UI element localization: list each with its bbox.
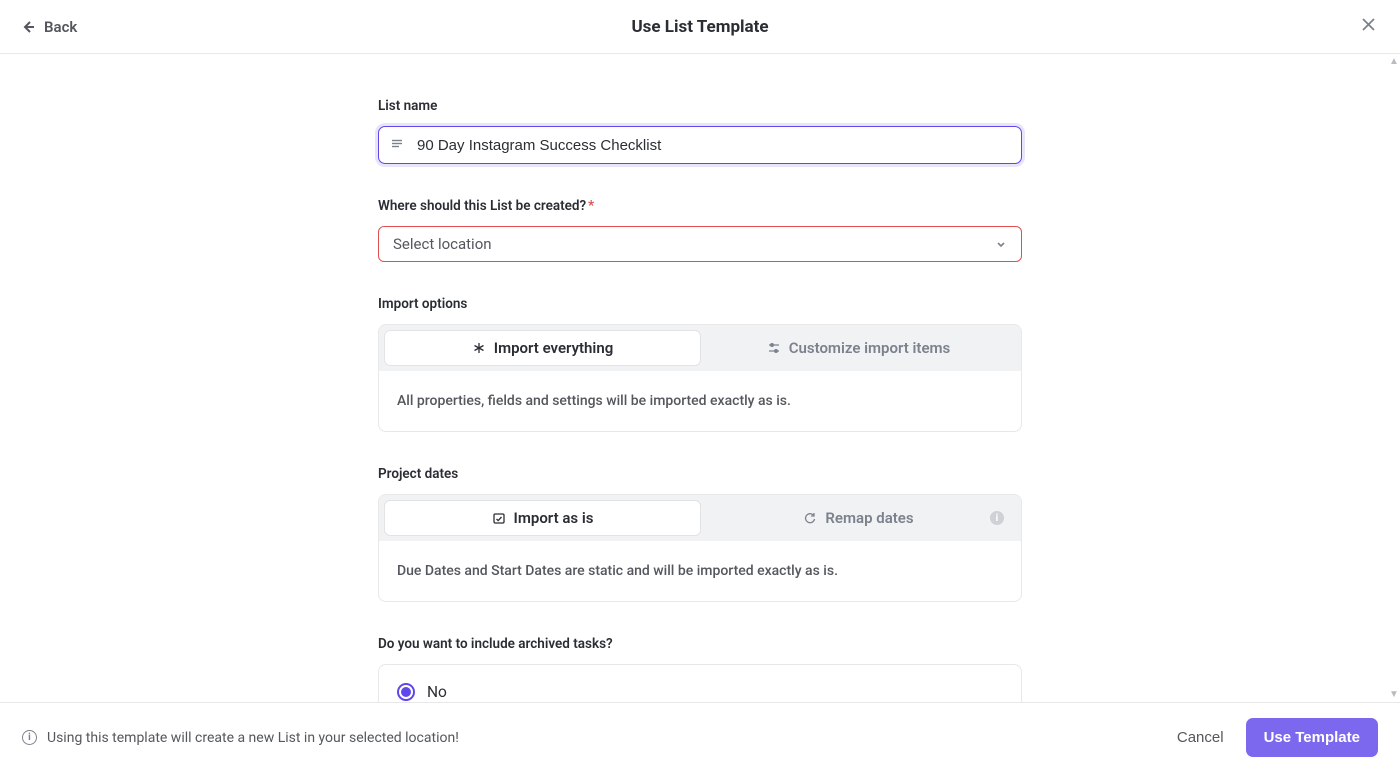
location-select-wrap: Select location [378,226,1022,262]
remap-dates-label: Remap dates [825,509,913,527]
arrow-left-icon [20,19,36,35]
location-label-text: Where should this List be created? [378,198,586,214]
location-label: Where should this List be created? * [378,198,1022,214]
archived-radio-group: No Yes, include archived tasks [378,664,1022,702]
form-content: List name Where should this List be crea… [378,54,1022,702]
footer-info: i Using this template will create a new … [22,730,459,746]
import-everything-tab[interactable]: Import everything [384,330,701,366]
project-dates-toggle: Import as is Remap dates i [379,495,1021,541]
import-options-desc: All properties, fields and settings will… [379,371,1021,431]
close-button[interactable] [1357,13,1380,40]
import-options-label: Import options [378,296,1022,312]
back-button[interactable]: Back [20,18,77,36]
remap-dates-tab[interactable]: Remap dates i [701,500,1016,536]
dialog-footer: i Using this template will create a new … [0,702,1400,772]
archived-no-option[interactable]: No [397,683,1003,701]
scroll-up-arrow-icon: ▲ [1389,56,1399,67]
scrollbar[interactable]: ▲ ▼ [1386,54,1400,702]
cancel-button[interactable]: Cancel [1177,729,1224,746]
radio-icon [397,683,415,701]
footer-info-text: Using this template will create a new Li… [47,730,459,746]
dialog-body: List name Where should this List be crea… [0,54,1400,702]
customize-import-label: Customize import items [789,339,951,357]
dialog-title: Use List Template [631,17,768,37]
customize-import-tab[interactable]: Customize import items [701,330,1016,366]
use-template-button[interactable]: Use Template [1246,718,1378,757]
refresh-icon [803,511,817,525]
project-dates-card: Import as is Remap dates i Due Dates and… [378,494,1022,602]
project-dates-label: Project dates [378,466,1022,482]
calendar-check-icon [492,511,506,525]
import-as-is-label: Import as is [514,509,594,527]
list-name-input[interactable] [378,126,1022,164]
import-options-toggle: Import everything Customize import items [379,325,1021,371]
chevron-down-icon [995,235,1007,254]
list-name-label: List name [378,98,1022,114]
close-icon [1361,17,1376,32]
archived-no-label: No [427,683,447,701]
import-as-is-tab[interactable]: Import as is [384,500,701,536]
project-dates-desc: Due Dates and Start Dates are static and… [379,541,1021,601]
dialog-header: Back Use List Template [0,0,1400,54]
required-mark: * [588,198,594,214]
location-select[interactable]: Select location [378,226,1022,262]
sliders-icon [767,341,781,355]
scroll-down-arrow-icon: ▼ [1389,689,1399,700]
list-icon [390,136,404,155]
list-name-input-wrap [378,126,1022,164]
asterisk-icon [472,341,486,355]
import-everything-label: Import everything [494,339,613,357]
import-options-card: Import everything Customize import items… [378,324,1022,432]
location-placeholder: Select location [393,235,492,253]
footer-actions: Cancel Use Template [1177,718,1378,757]
info-circle-icon: i [22,730,37,745]
archived-label: Do you want to include archived tasks? [378,636,1022,652]
info-icon[interactable]: i [990,511,1004,525]
back-label: Back [44,18,77,36]
